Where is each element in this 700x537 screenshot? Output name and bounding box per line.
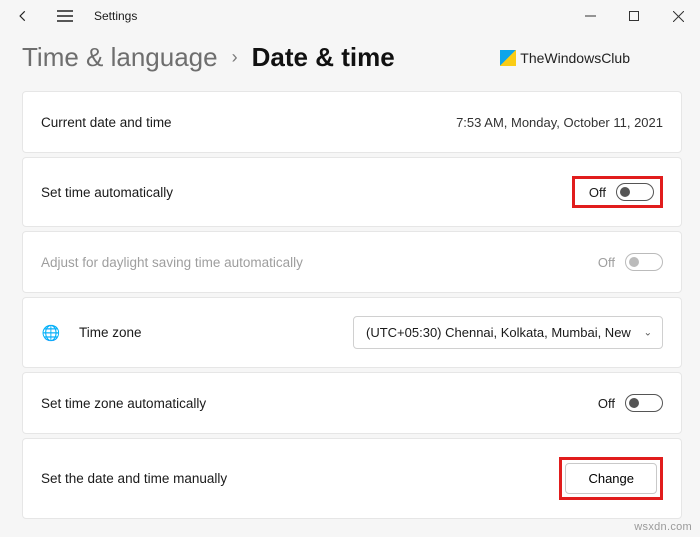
row-current-datetime: Current date and time 7:53 AM, Monday, O… — [22, 91, 682, 153]
dst-auto-state: Off — [598, 255, 615, 270]
page-title: Date & time — [252, 42, 395, 73]
dst-auto-toggle — [625, 253, 663, 271]
row-dst-auto: Adjust for daylight saving time automati… — [22, 231, 682, 293]
breadcrumb-parent[interactable]: Time & language — [22, 42, 218, 73]
titlebar: Settings — [0, 0, 700, 32]
app-title: Settings — [94, 9, 137, 23]
set-tz-auto-toggle[interactable] — [625, 394, 663, 412]
chevron-down-icon: ⌄ — [644, 327, 652, 338]
set-tz-auto-state: Off — [598, 396, 615, 411]
row-timezone: 🌐 Time zone (UTC+05:30) Chennai, Kolkata… — [22, 297, 682, 368]
current-datetime-value: 7:53 AM, Monday, October 11, 2021 — [456, 115, 663, 130]
watermark: wsxdn.com — [634, 521, 692, 533]
highlight-box-change: Change — [559, 457, 663, 500]
site-logo: TheWindowsClub — [500, 50, 630, 66]
menu-button[interactable] — [48, 1, 82, 31]
set-time-auto-label: Set time automatically — [41, 185, 173, 200]
window-controls — [568, 0, 700, 32]
dst-auto-label: Adjust for daylight saving time automati… — [41, 255, 303, 270]
settings-list: Current date and time 7:53 AM, Monday, O… — [0, 91, 700, 519]
globe-clock-icon: 🌐 — [41, 324, 61, 342]
breadcrumb: Time & language › Date & time TheWindows… — [0, 32, 700, 91]
set-tz-auto-label: Set time zone automatically — [41, 396, 206, 411]
maximize-button[interactable] — [612, 0, 656, 32]
row-set-time-auto: Set time automatically Off — [22, 157, 682, 227]
set-time-auto-toggle[interactable] — [616, 183, 654, 201]
timezone-selected: (UTC+05:30) Chennai, Kolkata, Mumbai, Ne… — [366, 325, 631, 340]
row-set-manual: Set the date and time manually Change — [22, 438, 682, 519]
set-time-auto-state: Off — [589, 185, 606, 200]
row-set-tz-auto: Set time zone automatically Off — [22, 372, 682, 434]
minimize-button[interactable] — [568, 0, 612, 32]
logo-icon — [500, 50, 516, 66]
current-datetime-label: Current date and time — [41, 115, 172, 130]
chevron-right-icon: › — [232, 47, 238, 68]
highlight-box-auto-time: Off — [572, 176, 663, 208]
timezone-dropdown[interactable]: (UTC+05:30) Chennai, Kolkata, Mumbai, Ne… — [353, 316, 663, 349]
set-manual-label: Set the date and time manually — [41, 471, 227, 486]
logo-text: TheWindowsClub — [520, 50, 630, 66]
back-button[interactable] — [6, 1, 40, 31]
change-button[interactable]: Change — [565, 463, 657, 494]
timezone-label: Time zone — [79, 325, 142, 340]
close-button[interactable] — [656, 0, 700, 32]
